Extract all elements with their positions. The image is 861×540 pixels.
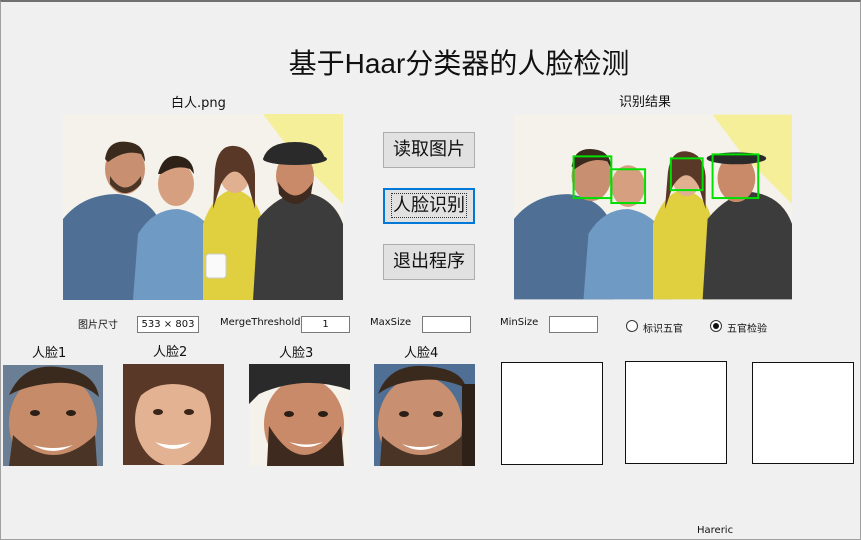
read-image-button[interactable]: 读取图片 — [383, 132, 475, 168]
face-label-4: 人脸4 — [404, 346, 439, 361]
result-image-label: 识别结果 — [619, 95, 672, 110]
image-size-field[interactable]: 533 × 803 — [137, 316, 199, 333]
max-size-input[interactable] — [422, 316, 471, 333]
page-title: 基于Haar分类器的人脸检测 — [288, 48, 630, 79]
face-crop-1 — [3, 365, 103, 466]
merge-threshold-label: MergeThreshold — [220, 317, 301, 328]
mark-features-radio[interactable] — [626, 320, 638, 332]
source-photo — [63, 114, 343, 300]
max-size-label: MaxSize — [370, 317, 412, 328]
face-crop-4 — [374, 364, 475, 466]
face-label-2: 人脸2 — [153, 345, 188, 360]
face-crop-3 — [249, 364, 350, 466]
verify-features-label: 五官检验 — [727, 324, 767, 335]
author-label: Hareric — [697, 525, 734, 536]
feature-box-3 — [752, 362, 854, 464]
mark-features-label: 标识五官 — [643, 324, 683, 335]
face-crop-2 — [123, 364, 224, 465]
min-size-label: MinSize — [500, 317, 539, 328]
face-label-1: 人脸1 — [32, 346, 67, 361]
source-image-label: 白人.png — [171, 96, 226, 111]
result-photo — [514, 114, 792, 300]
min-size-input[interactable] — [549, 316, 598, 333]
verify-features-radio[interactable] — [710, 320, 722, 332]
feature-box-1 — [501, 362, 603, 465]
face-label-3: 人脸3 — [279, 346, 314, 361]
image-size-label: 图片尺寸 — [78, 320, 118, 331]
detect-faces-button[interactable]: 人脸识别 — [383, 188, 475, 224]
merge-threshold-input[interactable]: 1 — [301, 316, 350, 333]
exit-button[interactable]: 退出程序 — [383, 244, 475, 280]
feature-box-2 — [625, 361, 727, 464]
